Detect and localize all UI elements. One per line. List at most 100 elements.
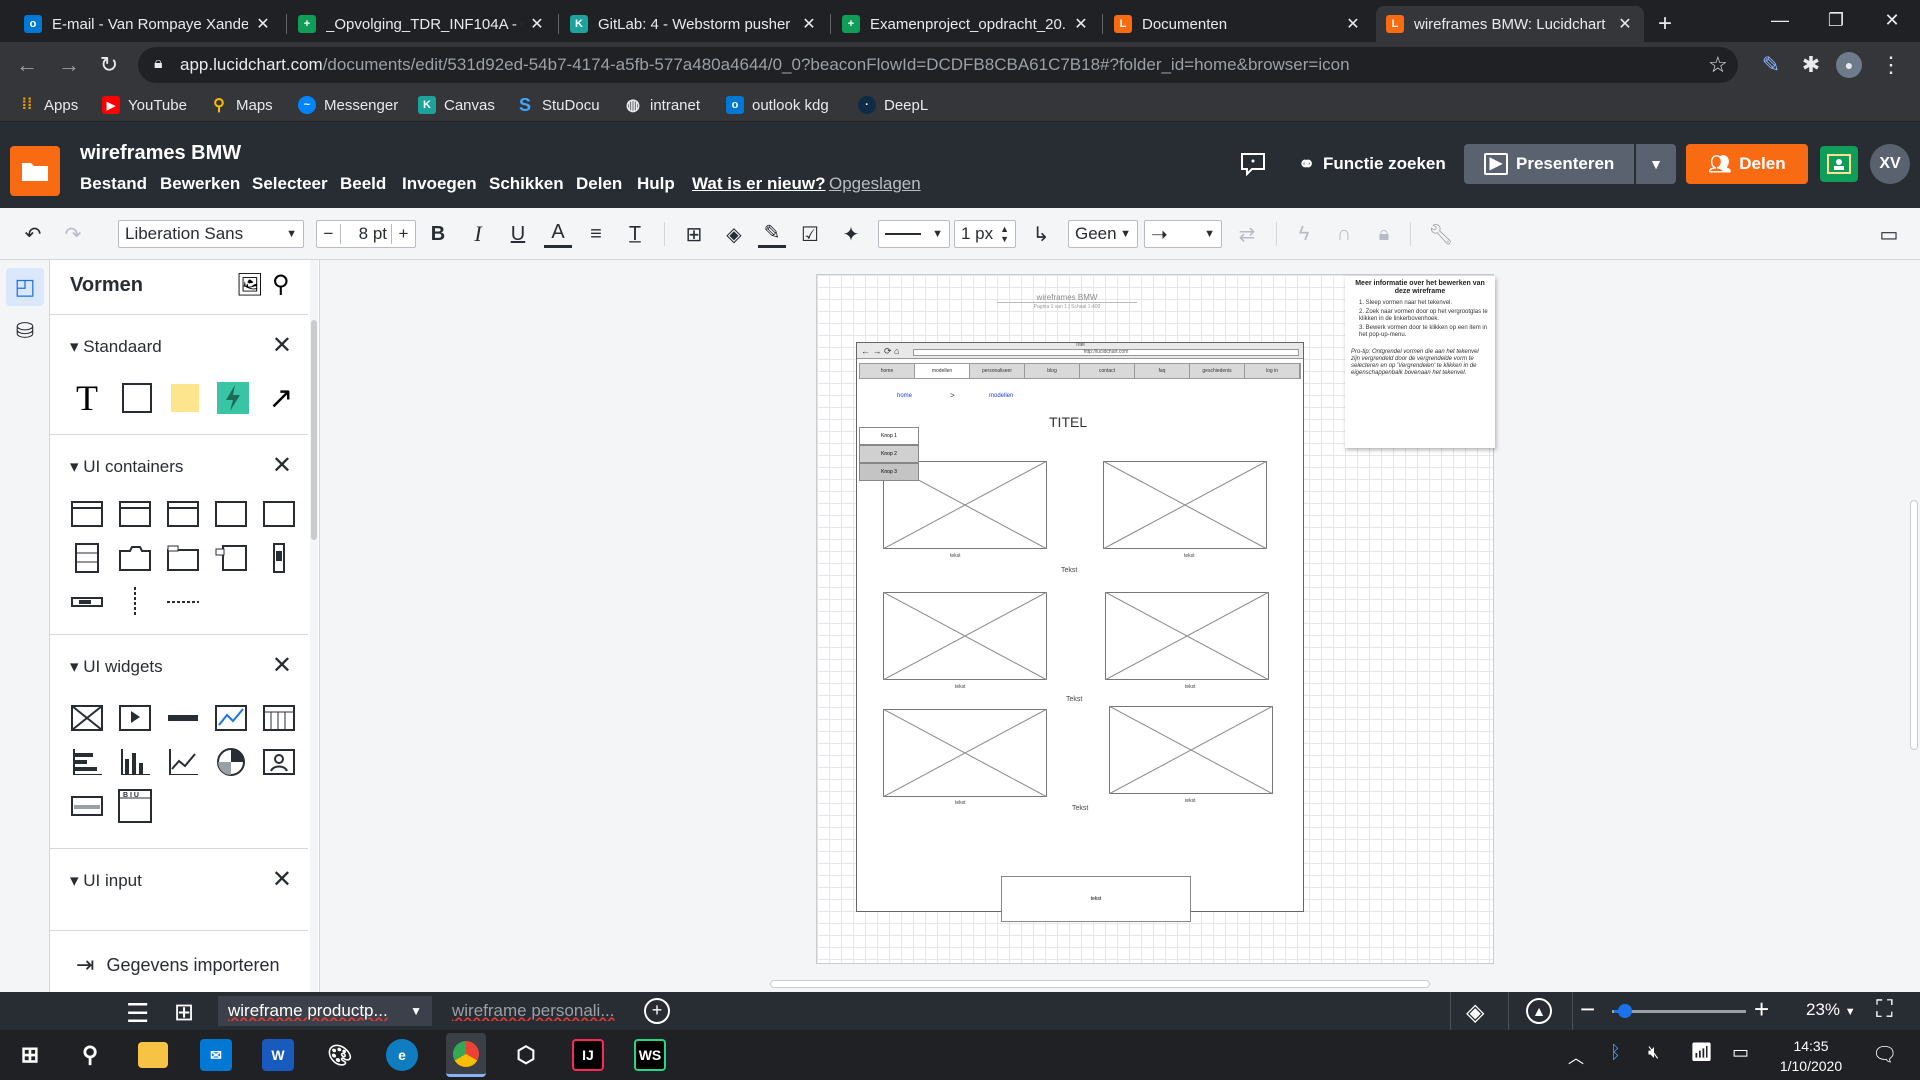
bookmark-intranet[interactable]: ◍ intranet (624, 94, 700, 116)
page-tab-active[interactable]: wireframe productp... ▼ (218, 996, 432, 1026)
side-tab-shape[interactable] (214, 541, 248, 575)
decrease-size-icon[interactable]: − (317, 224, 341, 244)
underline-icon[interactable]: U (504, 220, 532, 248)
zoom-slider-thumb[interactable] (1618, 1004, 1632, 1018)
bookmark-maps[interactable]: ⚲ Maps (210, 94, 273, 116)
bookmark-deepl[interactable]: · DeepL (858, 94, 928, 116)
notifications-icon[interactable]: 🗨︎ (1872, 1042, 1897, 1067)
lock-icon[interactable]: 🔒︎ (1370, 220, 1398, 248)
horizontal-scrollbar[interactable] (770, 980, 1430, 988)
page-grid-icon[interactable]: ⊞ (174, 998, 194, 1027)
add-page-icon[interactable]: + (644, 998, 670, 1024)
bookmark-youtube[interactable]: ▶ YouTube (102, 94, 187, 116)
chrome-icon[interactable] (446, 1033, 486, 1077)
navigate-icon[interactable]: ▲ (1526, 998, 1552, 1024)
end-endpoint-select[interactable]: ➝ ▼ (1144, 220, 1222, 248)
tab-panel-shape[interactable] (166, 541, 200, 575)
horizontal-divider-shape[interactable] (166, 585, 200, 619)
connector-type-icon[interactable]: ↳ (1026, 220, 1056, 248)
menu-beeld[interactable]: Beeld (340, 174, 386, 194)
wifi-icon[interactable]: 📶︎ (1690, 1042, 1713, 1063)
profile-avatar[interactable]: ● (1836, 52, 1862, 78)
menu-hulp[interactable]: Hulp (637, 174, 675, 194)
bar-chart-horizontal-shape[interactable] (70, 745, 104, 779)
rich-text-editor-shape[interactable]: B I U (118, 789, 152, 823)
undo-icon[interactable]: ↶ (18, 220, 48, 248)
paint-icon[interactable]: 🎨︎ (324, 1039, 356, 1071)
bookmark-messenger[interactable]: ~ Messenger (298, 94, 398, 116)
font-size-stepper[interactable]: − 8 pt + (316, 220, 416, 248)
window-close-icon[interactable]: ✕ (1864, 0, 1920, 40)
close-icon[interactable]: ✕ (254, 14, 272, 34)
present-button[interactable]: ▶ Presenteren (1464, 144, 1634, 184)
menu-delen[interactable]: Delen (576, 174, 622, 194)
action-lightning-icon[interactable]: ϟ (1290, 220, 1318, 248)
browser-tab[interactable]: L Documenten ✕ (1104, 6, 1372, 42)
bookmark-apps[interactable]: ⁞⁞ Apps (18, 94, 79, 116)
map-shape[interactable] (214, 701, 248, 735)
word-icon[interactable]: W (262, 1039, 294, 1071)
pie-chart-shape[interactable] (214, 745, 248, 779)
panel-scrollbar[interactable] (310, 260, 318, 992)
bookmark-outlook[interactable]: o outlook kdg (726, 94, 829, 116)
present-dropdown-icon[interactable]: ▼ (1636, 144, 1676, 184)
user-image-shape[interactable] (262, 745, 296, 779)
browser-window-shape[interactable] (70, 497, 104, 531)
text-color-icon[interactable]: A (544, 220, 572, 248)
browser-tab-active[interactable]: L wireframes BMW: Lucidchart ✕ (1376, 6, 1644, 42)
virtualbox-icon[interactable]: ⬡ (510, 1039, 542, 1071)
browser-tab[interactable]: + Examenproject_opdracht_20... ✕ (832, 6, 1100, 42)
sticky-note-shape[interactable] (168, 381, 202, 415)
intellij-icon[interactable]: IJ (572, 1039, 604, 1071)
list-container-shape[interactable] (70, 541, 104, 575)
address-bar[interactable]: 🔒︎ app.lucidchart.com/documents/edit/531… (138, 47, 1738, 83)
user-avatar[interactable]: XV (1870, 144, 1910, 184)
share-button[interactable]: 👥︎ Delen (1686, 144, 1808, 184)
saved-status[interactable]: Opgeslagen (829, 174, 921, 194)
extensions-icon[interactable]: ✱ (1796, 50, 1826, 80)
close-icon[interactable]: ✕ (1344, 14, 1362, 34)
arrow-line-shape[interactable]: ↗ (264, 381, 298, 415)
vertical-divider-shape[interactable] (118, 585, 152, 619)
image-placeholder-shape[interactable] (70, 701, 104, 735)
classroom-icon[interactable] (1820, 146, 1858, 182)
document-page[interactable]: wireframes BMW Pagina 1 van 1 | Schaal 1… (816, 274, 1495, 964)
forward-icon[interactable]: → (54, 50, 84, 80)
battery-icon[interactable]: ▭ (1732, 1042, 1749, 1063)
reload-icon[interactable]: ↻ (94, 50, 124, 80)
progress-bar-shape[interactable] (166, 701, 200, 735)
menu-invoegen[interactable]: Invoegen (402, 174, 477, 194)
back-icon[interactable]: ← (12, 50, 42, 80)
action-shape[interactable] (216, 381, 250, 415)
bookmark-canvas[interactable]: K Canvas (418, 94, 495, 116)
find-features-button[interactable]: ⚭ Functie zoeken (1298, 144, 1446, 184)
menu-schikken[interactable]: Schikken (489, 174, 564, 194)
style-icon[interactable]: ☑ (796, 220, 824, 248)
horizontal-scroll-shape[interactable] (70, 585, 104, 619)
tray-chevron-icon[interactable]: ︿ (1568, 1044, 1584, 1068)
bookmark-star-icon[interactable]: ☆ (1708, 52, 1728, 78)
close-icon[interactable]: ✕ (272, 331, 292, 360)
restore-icon[interactable]: ❐ (1808, 0, 1864, 40)
bar-chart-shape[interactable] (118, 745, 152, 779)
menu-bestand[interactable]: Bestand (80, 174, 147, 194)
video-player-shape[interactable] (118, 701, 152, 735)
data-linking-icon[interactable]: ⛁ (6, 312, 44, 350)
line-color-icon[interactable]: ✎ (758, 220, 786, 248)
section-header[interactable]: ▾ UI widgets (70, 657, 163, 677)
calendar-shape[interactable] (262, 701, 296, 735)
section-header[interactable]: ▾ Standaard (70, 337, 162, 357)
section-header[interactable]: ▾ UI input (70, 871, 142, 891)
bluetooth-icon[interactable]: ᛒ (1610, 1042, 1621, 1063)
browser-tab[interactable]: + _Opvolging_TDR_INF104A - G ✕ (288, 6, 556, 42)
swap-endpoints-icon[interactable]: ⇄ (1232, 220, 1262, 248)
wireframe-browser-frame[interactable]: Titel ← → ⟳ ⌂ http://lucidchart.com home… (856, 342, 1304, 922)
text-shape[interactable]: T (70, 378, 104, 418)
align-icon[interactable]: ≡ (582, 220, 610, 248)
line-width-stepper[interactable]: 1 px ▲ ▼ (954, 220, 1016, 248)
chevron-down-icon[interactable]: ▼ (410, 1004, 422, 1018)
import-data-button[interactable]: ⇥ Gegevens importeren (76, 952, 280, 978)
close-icon[interactable]: ✕ (272, 651, 292, 680)
magic-wand-icon[interactable]: ✦ (836, 220, 866, 248)
window-shape[interactable] (118, 497, 152, 531)
